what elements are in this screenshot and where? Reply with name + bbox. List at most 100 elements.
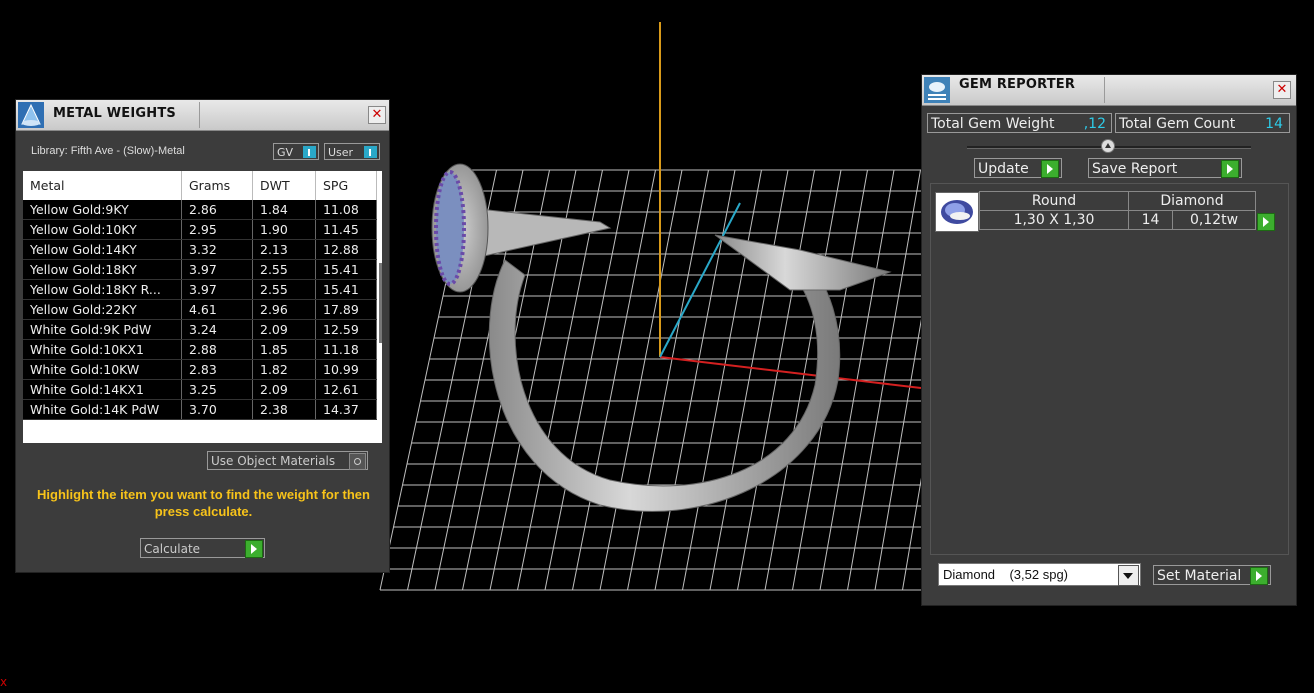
gem-count: 14 (1128, 210, 1173, 230)
user-toggle[interactable]: User (324, 143, 380, 160)
gem-reporter-titlebar[interactable]: GEM REPORTER ✕ (922, 75, 1296, 106)
table-cell: 2.09 (252, 319, 316, 340)
column-header[interactable]: Grams (181, 171, 253, 200)
column-header[interactable]: SPG (315, 171, 377, 200)
table-cell: White Gold:14KX1 (23, 379, 182, 400)
play-arrow-icon (1221, 160, 1239, 178)
table-cell: 1.90 (252, 219, 316, 240)
play-arrow-icon (1041, 160, 1059, 178)
user-toggle-label: User (328, 146, 354, 159)
table-cell: 2.83 (181, 359, 253, 380)
gem-report-icon (924, 77, 950, 103)
table-cell: 17.89 (315, 299, 377, 320)
close-icon[interactable]: ✕ (1273, 81, 1291, 99)
table-cell: Yellow Gold:9KY (23, 200, 182, 220)
table-cell: 3.32 (181, 239, 253, 260)
use-object-materials-checkbox[interactable]: Use Object Materials (207, 451, 368, 470)
table-cell: 3.70 (181, 399, 253, 420)
gem-reporter-panel: GEM REPORTER ✕ Total Gem Weight ,12 Tota… (921, 74, 1297, 606)
gem-list[interactable]: Round Diamond 1,30 X 1,30 14 0,12tw (930, 183, 1289, 555)
table-row[interactable]: White Gold:14KX1 3.25 2.09 12.61 (23, 379, 377, 400)
table-cell: 11.08 (315, 200, 377, 220)
table-cell: White Gold:14K PdW (23, 399, 182, 420)
metal-scale-icon (18, 102, 44, 128)
total-gem-count-field: Total Gem Count 14 (1115, 113, 1290, 133)
update-button[interactable]: Update (974, 158, 1062, 178)
chevron-down-icon[interactable] (1118, 565, 1139, 586)
table-cell: 3.97 (181, 279, 253, 300)
table-cell: 2.86 (181, 200, 253, 220)
round-diamond-icon[interactable] (935, 192, 979, 232)
table-cell: 11.45 (315, 219, 377, 240)
metal-table-body: Yellow Gold:9KY 2.86 1.84 11.08 Yellow Gold:… (23, 200, 377, 420)
save-report-button[interactable]: Save Report (1088, 158, 1242, 178)
total-gem-weight-label: Total Gem Weight (931, 116, 1055, 132)
gem-reporter-title: GEM REPORTER (959, 77, 1076, 92)
y-axis-line (659, 202, 741, 358)
toggle-indicator-icon (303, 146, 316, 158)
column-header[interactable]: Metal (23, 171, 182, 200)
table-cell: 15.41 (315, 279, 377, 300)
update-label: Update (978, 161, 1029, 177)
column-header[interactable]: DWT (252, 171, 316, 200)
metal-table-header: Metal Grams DWT SPG (23, 171, 377, 200)
table-cell: 2.13 (252, 239, 316, 260)
table-row[interactable]: Yellow Gold:9KY 2.86 1.84 11.08 (23, 200, 377, 220)
gem-size: 1,30 X 1,30 (979, 210, 1129, 230)
total-gem-weight-field: Total Gem Weight ,12 (927, 113, 1112, 133)
gem-weight: 0,12tw (1172, 210, 1256, 230)
table-row[interactable]: White Gold:10KW 2.83 1.82 10.99 (23, 359, 377, 380)
table-row[interactable]: Yellow Gold:14KY 3.32 2.13 12.88 (23, 239, 377, 260)
table-row[interactable]: Yellow Gold:22KY 4.61 2.96 17.89 (23, 299, 377, 320)
metal-weights-panel: METAL WEIGHTS ✕ Library: Fifth Ave - (Sl… (15, 99, 390, 573)
table-cell: Yellow Gold:18KY (23, 259, 182, 280)
material-select-value: Diamond (3,52 spg) (943, 567, 1069, 582)
use-object-materials-label: Use Object Materials (211, 454, 336, 468)
table-cell: 3.24 (181, 319, 253, 340)
table-cell: Yellow Gold:22KY (23, 299, 182, 320)
table-row[interactable]: White Gold:10KX1 2.88 1.85 11.18 (23, 339, 377, 360)
corner-mark: x (0, 675, 8, 689)
metal-weights-titlebar[interactable]: METAL WEIGHTS ✕ (16, 100, 389, 131)
material-select[interactable]: Diamond (3,52 spg) (938, 563, 1141, 586)
table-cell: 1.84 (252, 200, 316, 220)
table-row[interactable]: Yellow Gold:18KY 3.97 2.55 15.41 (23, 259, 377, 280)
table-cell: 2.09 (252, 379, 316, 400)
close-icon[interactable]: ✕ (368, 106, 386, 124)
play-arrow-icon (245, 540, 263, 558)
metal-table-container[interactable]: Metal Grams DWT SPG Yellow Gold:9KY 2.86 1.84… (23, 171, 382, 443)
table-cell: 10.99 (315, 359, 377, 380)
table-cell: 11.18 (315, 339, 377, 360)
calculate-label: Calculate (144, 542, 201, 556)
gv-toggle-label: GV (277, 146, 294, 159)
gv-toggle[interactable]: GV (273, 143, 319, 160)
table-row[interactable]: Yellow Gold:18KY R... 3.97 2.55 15.41 (23, 279, 377, 300)
table-cell: Yellow Gold:14KY (23, 239, 182, 260)
instruction-text: Highlight the item you want to find the … (37, 487, 370, 519)
table-row[interactable]: White Gold:14K PdW 3.70 2.38 14.37 (23, 399, 377, 420)
set-material-button[interactable]: Set Material (1153, 565, 1271, 585)
table-cell: 12.59 (315, 319, 377, 340)
table-cell: Yellow Gold:10KY (23, 219, 182, 240)
table-row[interactable]: Yellow Gold:10KY 2.95 1.90 11.45 (23, 219, 377, 240)
calculate-button[interactable]: Calculate (140, 538, 265, 558)
metal-weights-title: METAL WEIGHTS (53, 106, 176, 121)
table-cell: 2.55 (252, 279, 316, 300)
table-cell: White Gold:10KW (23, 359, 182, 380)
save-report-label: Save Report (1092, 161, 1178, 177)
table-cell: 12.88 (315, 239, 377, 260)
table-cell: White Gold:10KX1 (23, 339, 182, 360)
toggle-indicator-icon (364, 146, 377, 158)
table-cell: 14.37 (315, 399, 377, 420)
table-cell: 2.95 (181, 219, 253, 240)
play-arrow-icon[interactable] (1257, 213, 1275, 231)
table-cell: 2.38 (252, 399, 316, 420)
gem-table-row[interactable]: Round Diamond 1,30 X 1,30 14 0,12tw (979, 191, 1257, 231)
table-row[interactable]: White Gold:9K PdW 3.24 2.09 12.59 (23, 319, 377, 340)
title-separator (199, 102, 200, 128)
table-cell: 3.97 (181, 259, 253, 280)
table-cell: 2.96 (252, 299, 316, 320)
vertical-scrollbar[interactable] (379, 263, 382, 343)
radio-icon (349, 453, 366, 470)
slider-knob-icon[interactable] (1101, 139, 1115, 153)
